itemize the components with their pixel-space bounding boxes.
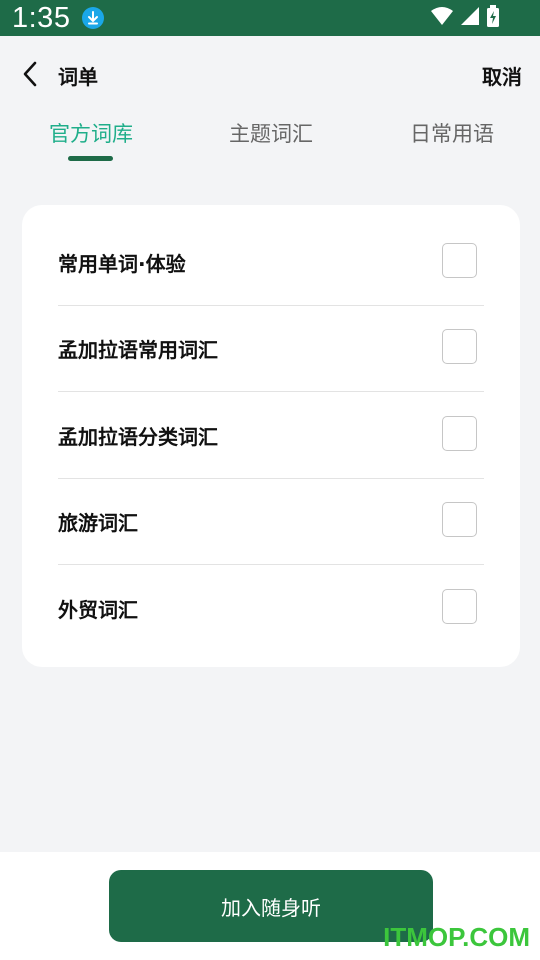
header: 词单 取消 [0,36,540,112]
divider [58,391,484,392]
list-item[interactable]: 常用单词·体验 [58,220,484,306]
list-item-checkbox[interactable] [442,329,477,364]
wordlist-card: 常用单词·体验 孟加拉语常用词汇 孟加拉语分类词汇 旅游词汇 外贸词汇 [22,205,520,667]
chevron-left-icon [23,61,37,87]
list-item-checkbox[interactable] [442,416,477,451]
divider [58,564,484,565]
cancel-button[interactable]: 取消 [482,61,522,90]
download-icon [82,7,104,29]
list-item[interactable]: 外贸词汇 [58,566,484,652]
page-title: 词单 [58,65,98,89]
list-item[interactable]: 旅游词汇 [58,479,484,565]
list-item-label: 孟加拉语分类词汇 [58,425,218,449]
status-bar: 1:35 [0,0,540,36]
wifi-icon [430,6,454,30]
list-item-checkbox[interactable] [442,502,477,537]
list-item-label: 外贸词汇 [58,598,138,622]
list-item[interactable]: 孟加拉语常用词汇 [58,306,484,392]
list-item-label: 常用单词·体验 [58,252,186,276]
tab-theme-vocabulary[interactable]: 主题词汇 [201,118,341,148]
tab-daily-phrases[interactable]: 日常用语 [382,118,522,148]
watermark: ITMOP.COM [383,922,530,952]
list-item[interactable]: 孟加拉语分类词汇 [58,393,484,479]
status-time: 1:35 [12,2,71,34]
status-icons [430,5,500,31]
signal-icon [460,6,480,30]
battery-icon [486,5,500,31]
tab-bar: 官方词库 主题词汇 日常用语 [0,112,540,172]
list-item-label: 旅游词汇 [58,511,138,535]
tab-official-library[interactable]: 官方词库 [21,118,161,148]
tab-indicator [68,156,113,161]
list-item-label: 孟加拉语常用词汇 [58,338,218,362]
list-item-checkbox[interactable] [442,589,477,624]
list-item-checkbox[interactable] [442,243,477,278]
back-button[interactable] [18,60,44,88]
